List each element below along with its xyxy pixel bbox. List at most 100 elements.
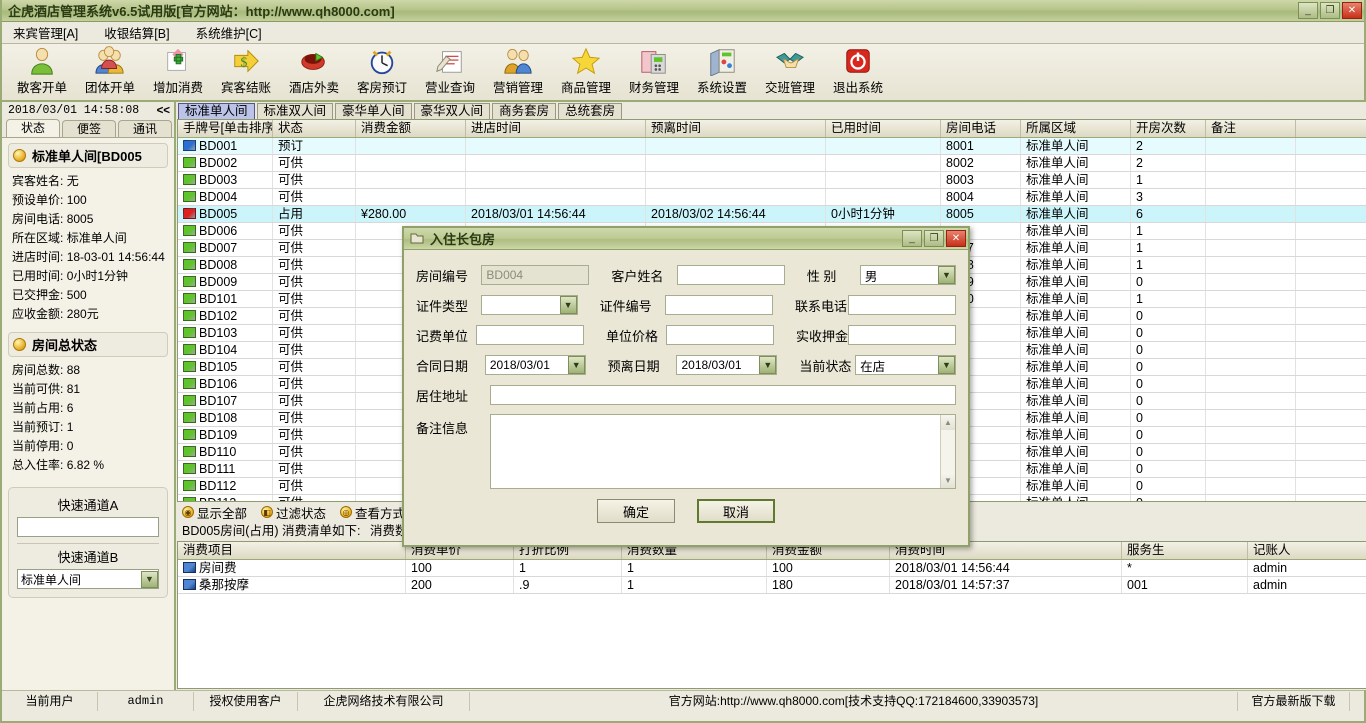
scroll-down-button[interactable]: ▼ [941, 473, 955, 488]
room-cell [1206, 274, 1296, 290]
tab-presidential-suite[interactable]: 总统套房 [558, 103, 623, 119]
toolbar-goods[interactable]: 商品管理 [552, 44, 620, 100]
room-col-header[interactable]: 状态 [273, 120, 356, 137]
left-tab-notes[interactable]: 便签 [62, 120, 116, 137]
chevron-down-icon[interactable]: ▼ [759, 356, 777, 374]
room-row[interactable]: BD002 可供 8002 标准单人间 2 [178, 155, 1366, 172]
room-cell: 0 [1131, 495, 1206, 501]
chevron-down-icon[interactable]: ▼ [938, 356, 955, 374]
status-select[interactable]: 在店 ▼ [855, 355, 956, 375]
toolbar-exit[interactable]: 退出系统 [824, 44, 892, 100]
room-cell [826, 189, 941, 205]
toolbar-finance[interactable]: 财务管理 [620, 44, 688, 100]
status-download-link[interactable]: 官方最新版下载 [1238, 691, 1350, 711]
remark-scrollbar[interactable]: ▲ ▼ [940, 415, 955, 488]
room-col-header[interactable]: 开房次数 [1131, 120, 1206, 137]
room-cell: 1 [1131, 172, 1206, 188]
deposit-input[interactable] [847, 325, 956, 345]
chevron-down-icon[interactable]: ▼ [559, 296, 577, 314]
maximize-button[interactable]: ❐ [1320, 2, 1340, 19]
room-col-header[interactable]: 手牌号[单击排序] [178, 120, 273, 137]
ok-button[interactable]: 确定 [597, 499, 675, 523]
toolbar-single-guest[interactable]: 散客开单 [8, 44, 76, 100]
scroll-up-button[interactable]: ▲ [941, 415, 955, 430]
room-cell [466, 155, 646, 171]
close-button[interactable]: ✕ [1342, 2, 1362, 19]
room-status-cube-icon [183, 327, 196, 338]
handover-icon [775, 52, 805, 69]
consumption-row[interactable]: 房间费 100 1 1 100 2018/03/01 14:56:44 * admin [178, 560, 1366, 577]
tab-business-suite[interactable]: 商务套房 [492, 103, 557, 119]
guest-name-input[interactable] [676, 265, 785, 285]
filter-state-button[interactable]: ◧ 过滤状态 [261, 503, 326, 522]
room-cell [1206, 461, 1296, 477]
toolbar-add-consumption[interactable]: 增加消费 [144, 44, 212, 100]
single-guest-icon [31, 47, 53, 75]
room-cell: 可供 [273, 274, 356, 290]
chevron-down-icon[interactable]: ▼ [938, 266, 955, 284]
unit-input[interactable] [475, 325, 584, 345]
cancel-button[interactable]: 取消 [697, 499, 775, 523]
menu-item-guest[interactable]: 来宾管理[A] [10, 21, 81, 44]
room-row[interactable]: BD005 占用 ¥280.00 2018/03/01 14:56:44 2018/03… [178, 206, 1366, 223]
room-cell [356, 172, 466, 188]
toolbar-reservation[interactable]: 客房预订 [348, 44, 416, 100]
menu-item-system[interactable]: 系统维护[C] [193, 21, 265, 44]
collapse-panel-button[interactable]: << [157, 105, 170, 117]
left-tab-messages[interactable]: 通讯 [118, 120, 172, 137]
tab-standard-double[interactable]: 标准双人间 [256, 103, 334, 119]
toolbar-checkout[interactable]: $ 宾客结账 [212, 44, 280, 100]
toolbar-group-guest[interactable]: 团体开单 [76, 44, 144, 100]
toolbar-takeout[interactable]: 酒店外卖 [280, 44, 348, 100]
id-type-select[interactable]: ▼ [481, 295, 578, 315]
remark-textarea[interactable] [491, 415, 940, 488]
gender-select[interactable]: 男 ▼ [859, 265, 956, 285]
room-cell: BD113 [178, 495, 273, 501]
tab-deluxe-single[interactable]: 豪华单人间 [335, 103, 412, 119]
room-row[interactable]: BD004 可供 8004 标准单人间 3 [178, 189, 1366, 206]
consumption-row[interactable]: 桑那按摩 200.9 1 180 2018/03/01 14:57:37 001 admin [178, 577, 1366, 594]
room-col-header[interactable]: 房间电话 [941, 120, 1021, 137]
room-cell: BD103 [178, 325, 273, 341]
consumption-col-header[interactable]: 消费项目 [178, 542, 406, 559]
room-col-header[interactable]: 预离时间 [646, 120, 826, 137]
address-input[interactable] [490, 385, 956, 405]
room-col-header[interactable]: 已用时间 [826, 120, 941, 137]
toolbar-marketing[interactable]: 营销管理 [484, 44, 552, 100]
quick-channel-a-input[interactable] [17, 517, 159, 537]
room-row[interactable]: BD001 预订 8001 标准单人间 2 [178, 138, 1366, 155]
address-label: 居住地址 [416, 388, 469, 404]
phone-input[interactable] [848, 295, 956, 315]
dialog-minimize-button[interactable]: _ [902, 230, 922, 247]
chevron-down-icon[interactable]: ▼ [141, 570, 158, 588]
toolbar-handover[interactable]: 交班管理 [756, 44, 824, 100]
toolbar-settings[interactable]: 系统设置 [688, 44, 756, 100]
consumption-col-header[interactable]: 记账人 [1248, 542, 1366, 559]
room-col-header[interactable]: 消费金额 [356, 120, 466, 137]
menu-item-cashier[interactable]: 收银结算[B] [101, 21, 172, 44]
dialog-close-button[interactable]: ✕ [946, 230, 966, 247]
chevron-down-icon[interactable]: ▼ [567, 356, 585, 374]
room-col-header[interactable]: 备注 [1206, 120, 1296, 137]
unit-price-label: 单位价格 [605, 328, 658, 344]
toolbar-business-query[interactable]: 营业查询 [416, 44, 484, 100]
room-row[interactable]: BD003 可供 8003 标准单人间 1 [178, 172, 1366, 189]
leave-date-picker[interactable]: 2018/03/01 ▼ [676, 355, 778, 375]
dialog-maximize-button[interactable]: ❐ [924, 230, 944, 247]
room-cell [1206, 495, 1296, 501]
id-no-input[interactable] [664, 295, 773, 315]
contract-date-picker[interactable]: 2018/03/01 ▼ [484, 355, 586, 375]
unit-price-input[interactable] [665, 325, 774, 345]
tab-deluxe-double[interactable]: 豪华双人间 [413, 103, 491, 119]
consumption-cell: admin [1248, 560, 1366, 576]
room-no-input[interactable] [481, 265, 590, 285]
room-col-header[interactable]: 进店时间 [466, 120, 646, 137]
show-all-button[interactable]: ◉ 显示全部 [182, 503, 247, 522]
view-mode-button[interactable]: ◎ 查看方式 [340, 503, 405, 522]
tab-standard-single[interactable]: 标准单人间 [178, 103, 255, 119]
left-tab-status[interactable]: 状态 [6, 119, 60, 137]
quick-channel-b-select[interactable]: 标准单人间 ▼ [17, 569, 159, 589]
minimize-button[interactable]: _ [1298, 2, 1318, 19]
room-col-header[interactable]: 所属区域 [1021, 120, 1131, 137]
consumption-col-header[interactable]: 服务生 [1122, 542, 1248, 559]
